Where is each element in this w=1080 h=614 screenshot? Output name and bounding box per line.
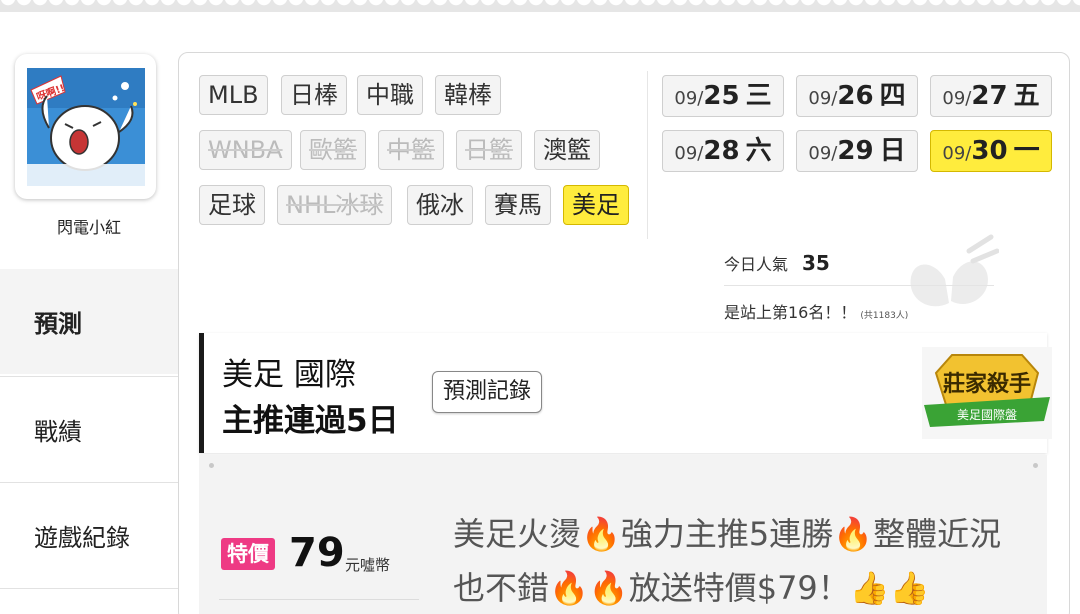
date-day: 27 (971, 81, 1008, 111)
sport-chip-cpbl[interactable]: 中職 (357, 75, 423, 115)
date-button-0929[interactable]: 09/29 日 (796, 130, 918, 172)
cartoon-avatar-icon: 呀啊!! (26, 67, 145, 186)
popularity-value: 35 (802, 251, 830, 275)
sidebar-item-predict[interactable]: 預測 (0, 269, 178, 374)
date-weekday: 日 (879, 136, 906, 166)
sport-chip-jp-basketball[interactable]: 日籃 (456, 130, 522, 170)
sidebar: 呀啊!! 閃電小紅 預測 戰績 遊戲紀錄 (0, 52, 178, 614)
date-day: 26 (837, 81, 874, 111)
date-button-0930[interactable]: 09/30 一 (930, 130, 1052, 172)
sidebar-item-next[interactable] (0, 588, 178, 614)
league-title: 美足 國際 (222, 357, 356, 393)
date-day: 28 (703, 136, 740, 166)
offer-card: 特價 79 元噓幣 美足火燙🔥強力主推5連勝🔥整體近況也不錯🔥🔥放送特價$79！… (199, 455, 1047, 614)
sport-chip-cn-basketball[interactable]: 中籃 (378, 130, 444, 170)
sale-tag: 特價 (221, 538, 275, 570)
badge-subtitle: 美足國際盤 (957, 408, 1017, 422)
date-month: 09/ (674, 88, 704, 109)
sport-chip-khl[interactable]: 俄冰 (407, 185, 473, 225)
description-text: 美足火燙 (453, 515, 582, 553)
sidebar-item-game-log[interactable]: 遊戲紀錄 (0, 482, 178, 587)
date-day: 29 (837, 136, 874, 166)
sport-chip-euro-basketball[interactable]: 歐籃 (300, 130, 366, 170)
offer-description: 美足火燙🔥強力主推5連勝🔥整體近況也不錯🔥🔥放送特價$79！👍👍 (453, 507, 1033, 614)
sport-chip-nfl[interactable]: 美足 (563, 185, 629, 225)
bookmaker-killer-badge-icon: 莊家殺手 美足國際盤 (922, 347, 1052, 439)
badge-title: 莊家殺手 (943, 371, 1031, 397)
date-day: 25 (703, 81, 740, 111)
fire-icon: 🔥 (588, 569, 629, 607)
fire-icon: 🔥 (833, 515, 874, 553)
date-month: 09/ (942, 88, 972, 109)
date-button-0928[interactable]: 09/28 六 (662, 130, 784, 172)
sport-chip-au-basketball[interactable]: 澳籃 (534, 130, 600, 170)
popularity-label: 今日人氣 (724, 255, 789, 274)
date-button-0927[interactable]: 09/27 五 (930, 75, 1052, 117)
main-panel: MLB 日棒 中職 韓棒 WNBA 歐籃 中籃 日籃 澳籃 足球 NHL冰球 俄… (178, 52, 1070, 614)
date-button-0925[interactable]: 09/25 三 (662, 75, 784, 117)
date-month: 09/ (808, 143, 838, 164)
description-text: 強力主推5連勝 (620, 515, 834, 553)
top-scalloped-border (0, 0, 1080, 14)
rank-total: (共1183人) (860, 311, 909, 321)
sport-chip-mlb[interactable]: MLB (199, 75, 268, 115)
date-weekday: 五 (1013, 81, 1040, 111)
price-amount: 79 (289, 530, 345, 576)
sport-chip-npb[interactable]: 日棒 (281, 75, 347, 115)
date-month: 09/ (808, 88, 838, 109)
price-unit: 元噓幣 (345, 556, 391, 574)
rank-line: 是站上第16名！！ (共1183人) (724, 299, 908, 323)
popularity-line: 今日人氣 35 (724, 251, 830, 275)
pin-icon (209, 463, 214, 468)
sport-chip-kbo[interactable]: 韓棒 (435, 75, 501, 115)
date-weekday: 四 (879, 81, 906, 111)
sport-chip-wnba[interactable]: WNBA (199, 130, 292, 170)
date-month: 09/ (674, 143, 704, 164)
sport-chip-soccer[interactable]: 足球 (199, 185, 265, 225)
sidebar-item-record[interactable]: 戰績 (0, 376, 178, 481)
divider (647, 71, 648, 239)
date-weekday: 六 (745, 136, 772, 166)
butterfly-decoration-icon (910, 234, 999, 307)
thumbs-up-icon: 👍 (849, 569, 890, 607)
date-month: 09/ (942, 143, 972, 164)
avatar[interactable]: 呀啊!! (15, 54, 156, 199)
prediction-header: 美足 國際 主推連過5日 預測記錄 莊家殺手 美足國際盤 (199, 333, 1052, 453)
rank-text: 是站上第16名！！ (724, 303, 857, 322)
streak-title: 主推連過5日 (222, 403, 399, 439)
divider (219, 599, 419, 600)
date-day: 30 (971, 136, 1008, 166)
date-button-0926[interactable]: 09/26 四 (796, 75, 918, 117)
thumbs-up-icon: 👍 (889, 569, 930, 607)
fire-icon: 🔥 (581, 515, 621, 553)
sport-chip-nhl[interactable]: NHL冰球 (277, 185, 393, 225)
user-name: 閃電小紅 (56, 218, 121, 237)
prediction-record-button[interactable]: 預測記錄 (432, 371, 543, 413)
description-text: 放送特價$79！ (628, 569, 850, 607)
sport-chip-horse-racing[interactable]: 賽馬 (485, 185, 551, 225)
divider (724, 285, 994, 286)
date-weekday: 三 (745, 81, 772, 111)
fire-icon: 🔥 (549, 569, 589, 607)
date-weekday: 一 (1013, 136, 1040, 166)
pin-icon (1033, 463, 1038, 468)
